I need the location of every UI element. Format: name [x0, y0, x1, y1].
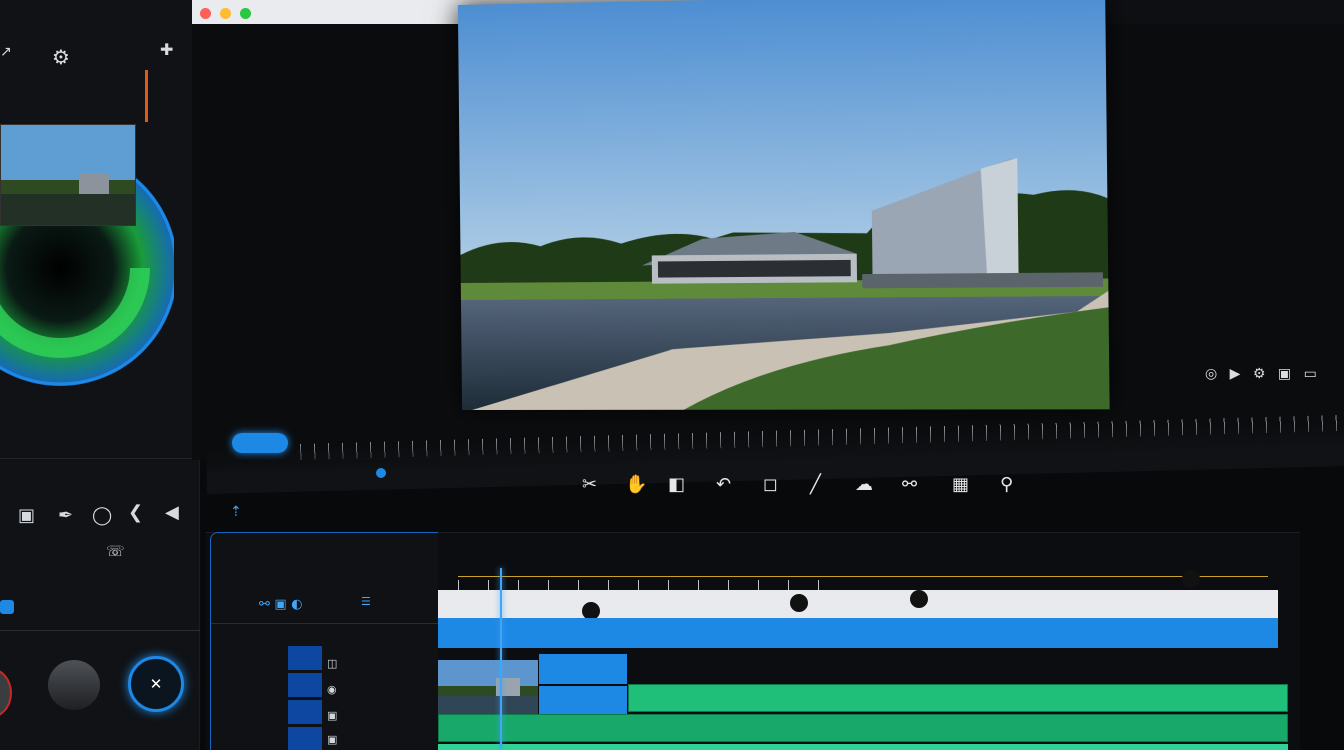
camera-icon[interactable]: ◎ [1205, 366, 1217, 382]
undo-icon[interactable]: ↶ [716, 474, 731, 495]
ripple-icon[interactable]: ◧ [668, 474, 685, 495]
circle-icon[interactable]: ◯ [92, 505, 112, 526]
arrow-icon[interactable]: ↗ [0, 44, 12, 60]
track-eye-icon[interactable]: ◉ [327, 683, 337, 696]
apply-knob[interactable]: ✕ [128, 656, 184, 712]
timeline-top-line [458, 576, 1268, 577]
level-slider[interactable] [145, 70, 148, 122]
link-icon[interactable]: ⚯ ▣ ◐ [259, 597, 303, 612]
audio-clip[interactable] [628, 684, 1288, 712]
snap-icon[interactable]: ⇡ [230, 504, 242, 520]
scope-thumbnail [0, 124, 136, 226]
video-editor-window: ⚙ ✚ ↗ ▣ ✒ ◯ ❮ ◀ ☏ ✕ ◎ ▶ ⚙ ▣ ▭ ✂ ✋ ◧ ↶ ◻ … [0, 0, 1344, 750]
cloud-icon[interactable]: ☁ [855, 474, 873, 495]
track-solo-icon[interactable]: ▣ [327, 733, 337, 746]
hook-icon[interactable]: ⚲ [1000, 474, 1013, 495]
close-button[interactable] [200, 8, 211, 19]
track-select[interactable] [288, 673, 322, 697]
track-select[interactable] [288, 727, 322, 750]
settings-icon[interactable]: ⚙ [52, 45, 70, 69]
crop-icon[interactable]: ◻ [763, 474, 778, 495]
clapper-icon[interactable]: ▦ [952, 474, 969, 495]
audio-clip-bottom [438, 744, 1288, 750]
knob-left[interactable] [0, 668, 12, 718]
window-icon[interactable]: ▭ [1304, 366, 1317, 382]
audio-master-track[interactable] [438, 618, 1278, 648]
track-select[interactable] [288, 646, 322, 670]
phone-icon[interactable]: ☏ [106, 542, 125, 560]
left-color-panel: ⚙ ✚ ↗ ▣ ✒ ◯ ❮ ◀ ☏ ✕ [0, 0, 200, 750]
link-icon[interactable]: ⚯ [902, 474, 917, 495]
clip-thumbnail[interactable] [438, 660, 538, 716]
keyframe[interactable] [1182, 570, 1200, 588]
box-icon[interactable]: ▣ [18, 505, 35, 526]
playhead[interactable] [500, 568, 502, 750]
marker-row [458, 580, 838, 590]
keyframe[interactable] [910, 590, 928, 608]
maximize-button[interactable] [240, 8, 251, 19]
preview-image [457, 0, 1110, 411]
video-clip[interactable] [539, 654, 627, 684]
track-lock-icon[interactable]: ◫ [327, 657, 337, 670]
keyframe[interactable] [790, 594, 808, 612]
track-keyframes[interactable] [438, 570, 1278, 620]
pen-icon[interactable]: ✒ [58, 505, 73, 526]
timeline-tracks [438, 560, 1288, 750]
viewer-controls: ◎ ▶ ⚙ ▣ ▭ [1205, 366, 1317, 382]
hand-icon[interactable]: ✋ [625, 474, 647, 495]
audio-clip[interactable] [438, 714, 1288, 742]
video-clip[interactable] [539, 686, 627, 714]
list-icon[interactable]: ☰ [361, 595, 371, 608]
track-header-panel: ⚯ ▣ ◐ ☰ ◫ ◉ ▣ ▣ [210, 532, 439, 750]
track-select[interactable] [288, 700, 322, 724]
fullscreen-icon[interactable]: ▣ [1278, 366, 1291, 382]
minimize-button[interactable] [220, 8, 231, 19]
back-icon[interactable]: ❮ [128, 502, 143, 523]
playhead-marker[interactable] [376, 468, 386, 478]
play-icon[interactable]: ▶ [1230, 366, 1241, 382]
pen-icon[interactable]: ╱ [810, 474, 821, 495]
knob-middle[interactable] [48, 660, 100, 710]
razor-icon[interactable]: ✂ [582, 474, 597, 495]
plus-icon[interactable]: ✚ [160, 40, 173, 59]
arrow-left-icon[interactable]: ◀ [165, 502, 179, 523]
timecode-pill[interactable] [232, 433, 288, 453]
track-mute-icon[interactable]: ▣ [327, 709, 337, 722]
settings-icon[interactable]: ⚙ [1253, 366, 1266, 382]
